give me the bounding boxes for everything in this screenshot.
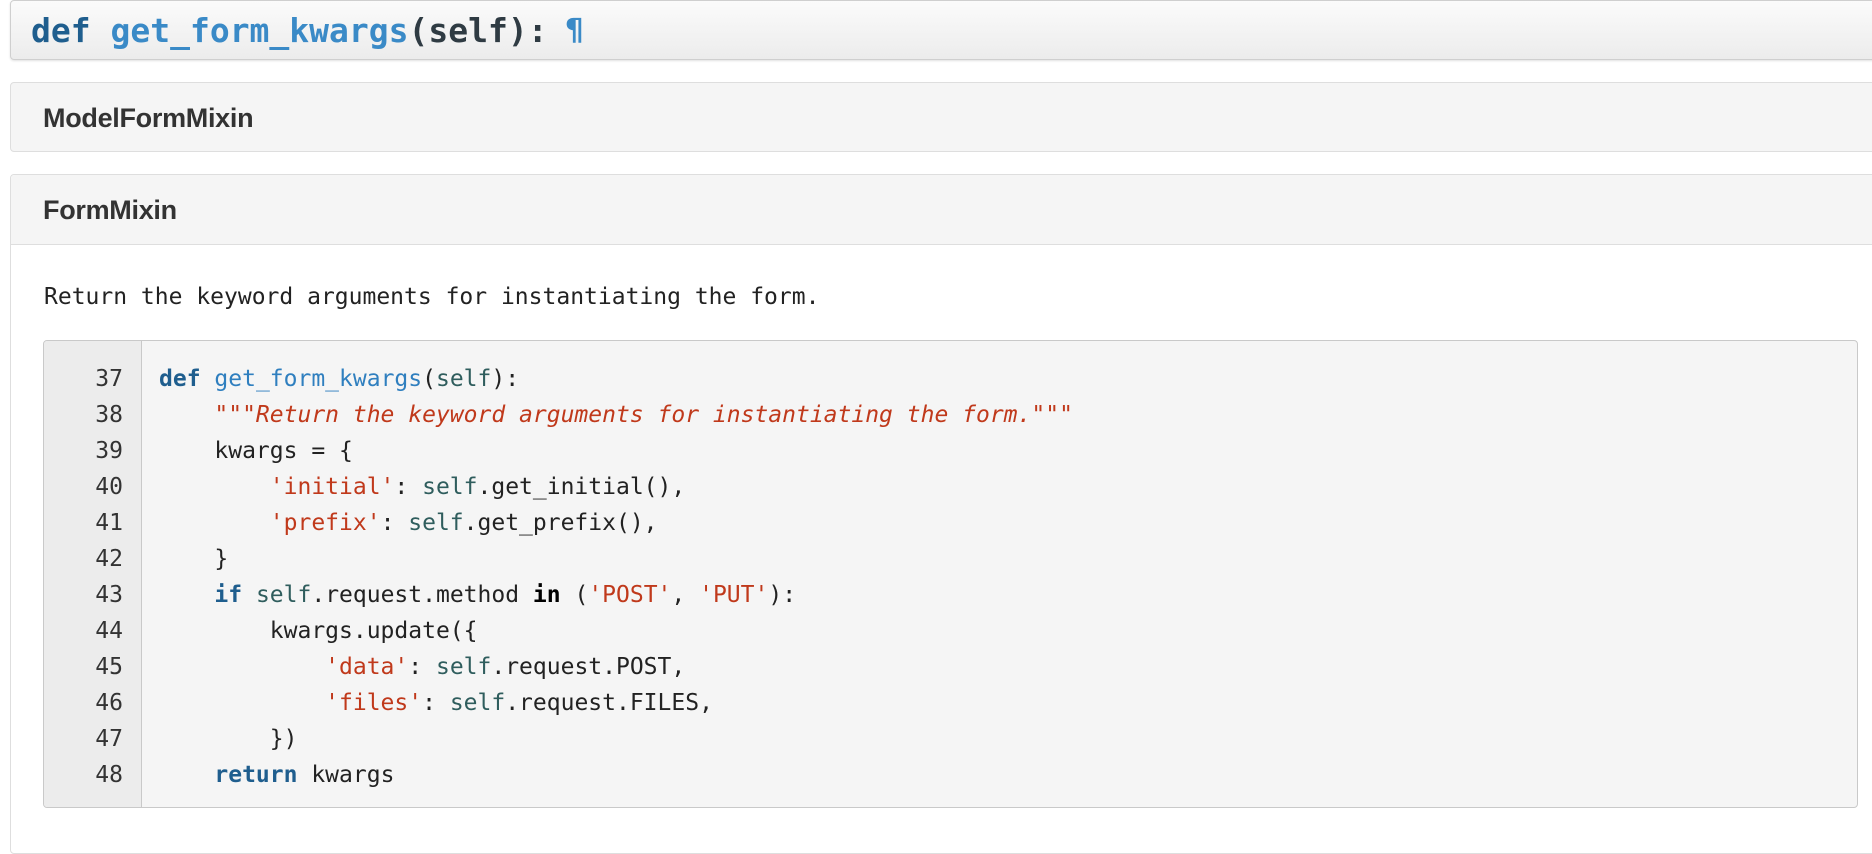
code-token: """Return the keyword arguments for inst…	[214, 402, 1073, 428]
line-number: 38	[95, 402, 123, 428]
code-token: ):	[491, 366, 520, 392]
code-line: 'initial': self.get_initial(),	[159, 469, 1857, 505]
code-token: .request.FILES,	[505, 690, 713, 716]
line-number: 39	[95, 438, 123, 464]
code-token: self	[435, 366, 492, 392]
code-line: })	[159, 721, 1857, 757]
code-token: self	[435, 654, 492, 680]
code-token: self	[449, 690, 506, 716]
code-token: return	[214, 762, 298, 788]
source-code-block: 37 38 39 40 41 42 43 44 45 46 47 48 def get_form_kw…	[43, 340, 1858, 808]
code-token: .get_prefix(),	[463, 510, 658, 536]
code-token: .request.method	[311, 582, 533, 608]
code-line: 'data': self.request.POST,	[159, 649, 1857, 685]
section-model-form-mixin[interactable]: ModelFormMixin	[10, 82, 1872, 152]
code-line: kwargs.update({	[159, 613, 1857, 649]
code-token: (	[422, 366, 436, 392]
code-token: ,	[671, 582, 700, 608]
code-line: kwargs = {	[159, 433, 1857, 469]
code-token: 'prefix'	[269, 510, 381, 536]
code-token: kwargs = {	[159, 438, 353, 464]
code-token: kwargs	[297, 762, 395, 788]
code-token: (	[560, 582, 589, 608]
line-number: 40	[95, 474, 123, 500]
code-line: if self.request.method in ('POST', 'PUT'…	[159, 577, 1857, 613]
code-token: if	[214, 582, 243, 608]
code-token: 'POST'	[588, 582, 672, 608]
code-token: self	[422, 474, 478, 500]
line-number: 37	[95, 366, 123, 392]
code-line: """Return the keyword arguments for inst…	[159, 397, 1857, 433]
code-token: 'files'	[325, 690, 423, 716]
code-line: 'prefix': self.get_prefix(),	[159, 505, 1857, 541]
method-name: get_form_kwargs	[110, 10, 409, 50]
code-token: kwargs.update({	[159, 618, 478, 644]
code-token: ):	[768, 582, 797, 608]
code-token: self	[255, 582, 312, 608]
line-number: 45	[95, 654, 123, 680]
line-number: 42	[95, 546, 123, 572]
code-token: 'initial'	[269, 474, 395, 500]
section-title-form-mixin[interactable]: FormMixin	[43, 195, 177, 226]
code-token: :	[422, 690, 450, 716]
code-line: def get_form_kwargs(self):	[159, 361, 1857, 397]
code-token: def	[159, 366, 201, 392]
section-title-model-form-mixin[interactable]: ModelFormMixin	[43, 103, 254, 134]
code-token: 'PUT'	[699, 582, 769, 608]
code-token: })	[159, 726, 298, 752]
code-line: return kwargs	[159, 757, 1857, 793]
line-number: 48	[95, 762, 123, 788]
code-token: in	[532, 582, 561, 608]
code-lines: def get_form_kwargs(self): """Return the…	[142, 341, 1857, 807]
method-signature: (self):	[408, 10, 548, 50]
permalink-pilcrow-icon[interactable]: ¶	[566, 13, 584, 48]
code-line: }	[159, 541, 1857, 577]
code-token: :	[394, 474, 423, 500]
code-token: self	[408, 510, 464, 536]
code-line: 'files': self.request.FILES,	[159, 685, 1857, 721]
line-number: 44	[95, 618, 123, 644]
method-keyword: def	[31, 10, 91, 50]
method-header: def get_form_kwargs (self): ¶	[10, 0, 1872, 60]
code-token: 'data'	[325, 654, 409, 680]
line-number: 41	[95, 510, 123, 536]
code-token: .request.POST,	[491, 654, 686, 680]
code-token: }	[159, 546, 229, 572]
line-number: 43	[95, 582, 123, 608]
code-token: :	[408, 654, 436, 680]
section-header-form-mixin[interactable]: FormMixin	[11, 175, 1872, 245]
code-token: :	[380, 510, 409, 536]
line-number: 46	[95, 690, 123, 716]
line-number: 47	[95, 726, 123, 752]
method-docstring: Return the keyword arguments for instant…	[44, 284, 820, 310]
code-token: .get_initial(),	[477, 474, 686, 500]
code-token: get_form_kwargs	[214, 366, 423, 392]
line-number-gutter: 37 38 39 40 41 42 43 44 45 46 47 48	[44, 341, 142, 807]
